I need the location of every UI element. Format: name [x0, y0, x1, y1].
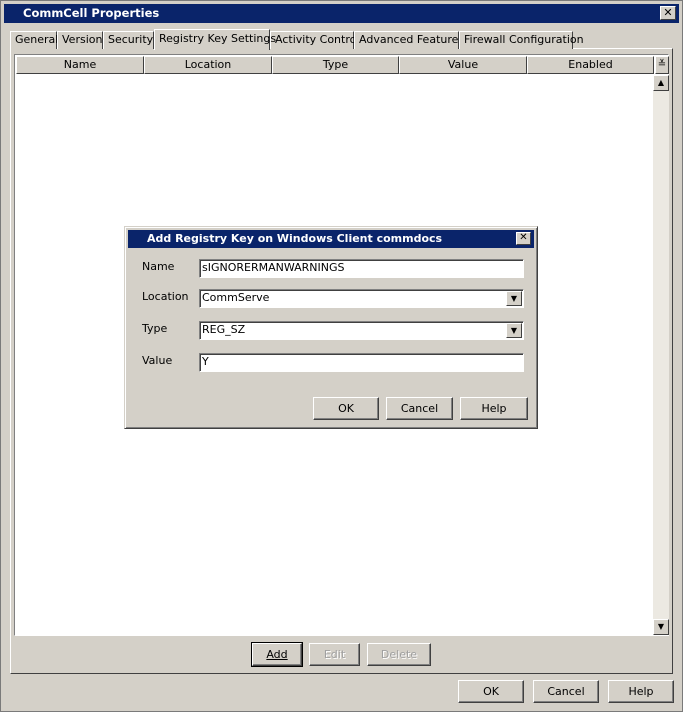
location-dropdown[interactable]: CommServe ▼ — [199, 289, 524, 308]
dialog-titlebar[interactable]: Add Registry Key on Windows Client commd… — [128, 230, 534, 248]
chevron-down-icon[interactable]: ▼ — [506, 291, 522, 306]
scroll-down-icon[interactable]: ▼ — [653, 619, 669, 635]
type-dropdown[interactable]: REG_SZ ▼ — [199, 321, 524, 340]
chevron-down-icon[interactable]: ▼ — [506, 323, 522, 338]
tab-version[interactable]: Version — [57, 31, 103, 49]
ok-button[interactable]: OK — [458, 680, 524, 703]
column-header-name[interactable]: Name — [16, 56, 144, 74]
cancel-button[interactable]: Cancel — [533, 680, 599, 703]
edit-button[interactable]: Edit — [309, 643, 360, 666]
window-titlebar[interactable]: CommCell Properties ✕ — [4, 4, 679, 23]
type-label: Type — [142, 322, 168, 335]
dialog-cancel-button[interactable]: Cancel — [386, 397, 453, 420]
dialog-help-button[interactable]: Help — [460, 397, 528, 420]
window-title: CommCell Properties — [23, 6, 160, 20]
location-label: Location — [142, 290, 189, 303]
add-registry-key-dialog: Add Registry Key on Windows Client commd… — [124, 226, 538, 429]
dialog-ok-button[interactable]: OK — [313, 397, 379, 420]
column-header-value[interactable]: Value — [399, 56, 527, 74]
dialog-title: Add Registry Key on Windows Client commd… — [147, 232, 443, 245]
close-icon[interactable]: ✕ — [516, 232, 531, 245]
tab-registry-key-settings[interactable]: Registry Key Settings — [154, 29, 276, 50]
tab-security[interactable]: Security — [103, 31, 154, 49]
tab-general[interactable]: General — [10, 31, 58, 49]
name-label: Name — [142, 260, 175, 273]
value-label: Value — [142, 354, 173, 367]
add-button[interactable]: Add — [251, 642, 303, 667]
tab-advanced-features[interactable]: Advanced Features — [354, 31, 464, 49]
column-header-location[interactable]: Location — [144, 56, 272, 74]
column-header-enabled[interactable]: Enabled — [527, 56, 654, 74]
double-chevron-down-icon[interactable]: ≚ — [655, 56, 669, 74]
help-button[interactable]: Help — [608, 680, 674, 703]
tab-activity-control[interactable]: Activity Control — [270, 31, 359, 49]
column-header-type[interactable]: Type — [272, 56, 399, 74]
close-icon[interactable]: ✕ — [660, 6, 676, 20]
list-header: Name Location Type Value Enabled — [16, 56, 654, 74]
scroll-up-icon[interactable]: ▲ — [653, 75, 669, 91]
commcell-properties-window: CommCell Properties ✕ General Version Se… — [0, 0, 683, 712]
delete-button[interactable]: Delete — [367, 643, 431, 666]
tab-firewall-configuration[interactable]: Firewall Configuration — [459, 31, 584, 49]
name-field[interactable]: sIGNORERMANWARNINGS — [199, 259, 524, 278]
value-field[interactable]: Y — [199, 353, 524, 372]
vertical-scrollbar[interactable]: ▲ ▼ — [653, 75, 669, 635]
